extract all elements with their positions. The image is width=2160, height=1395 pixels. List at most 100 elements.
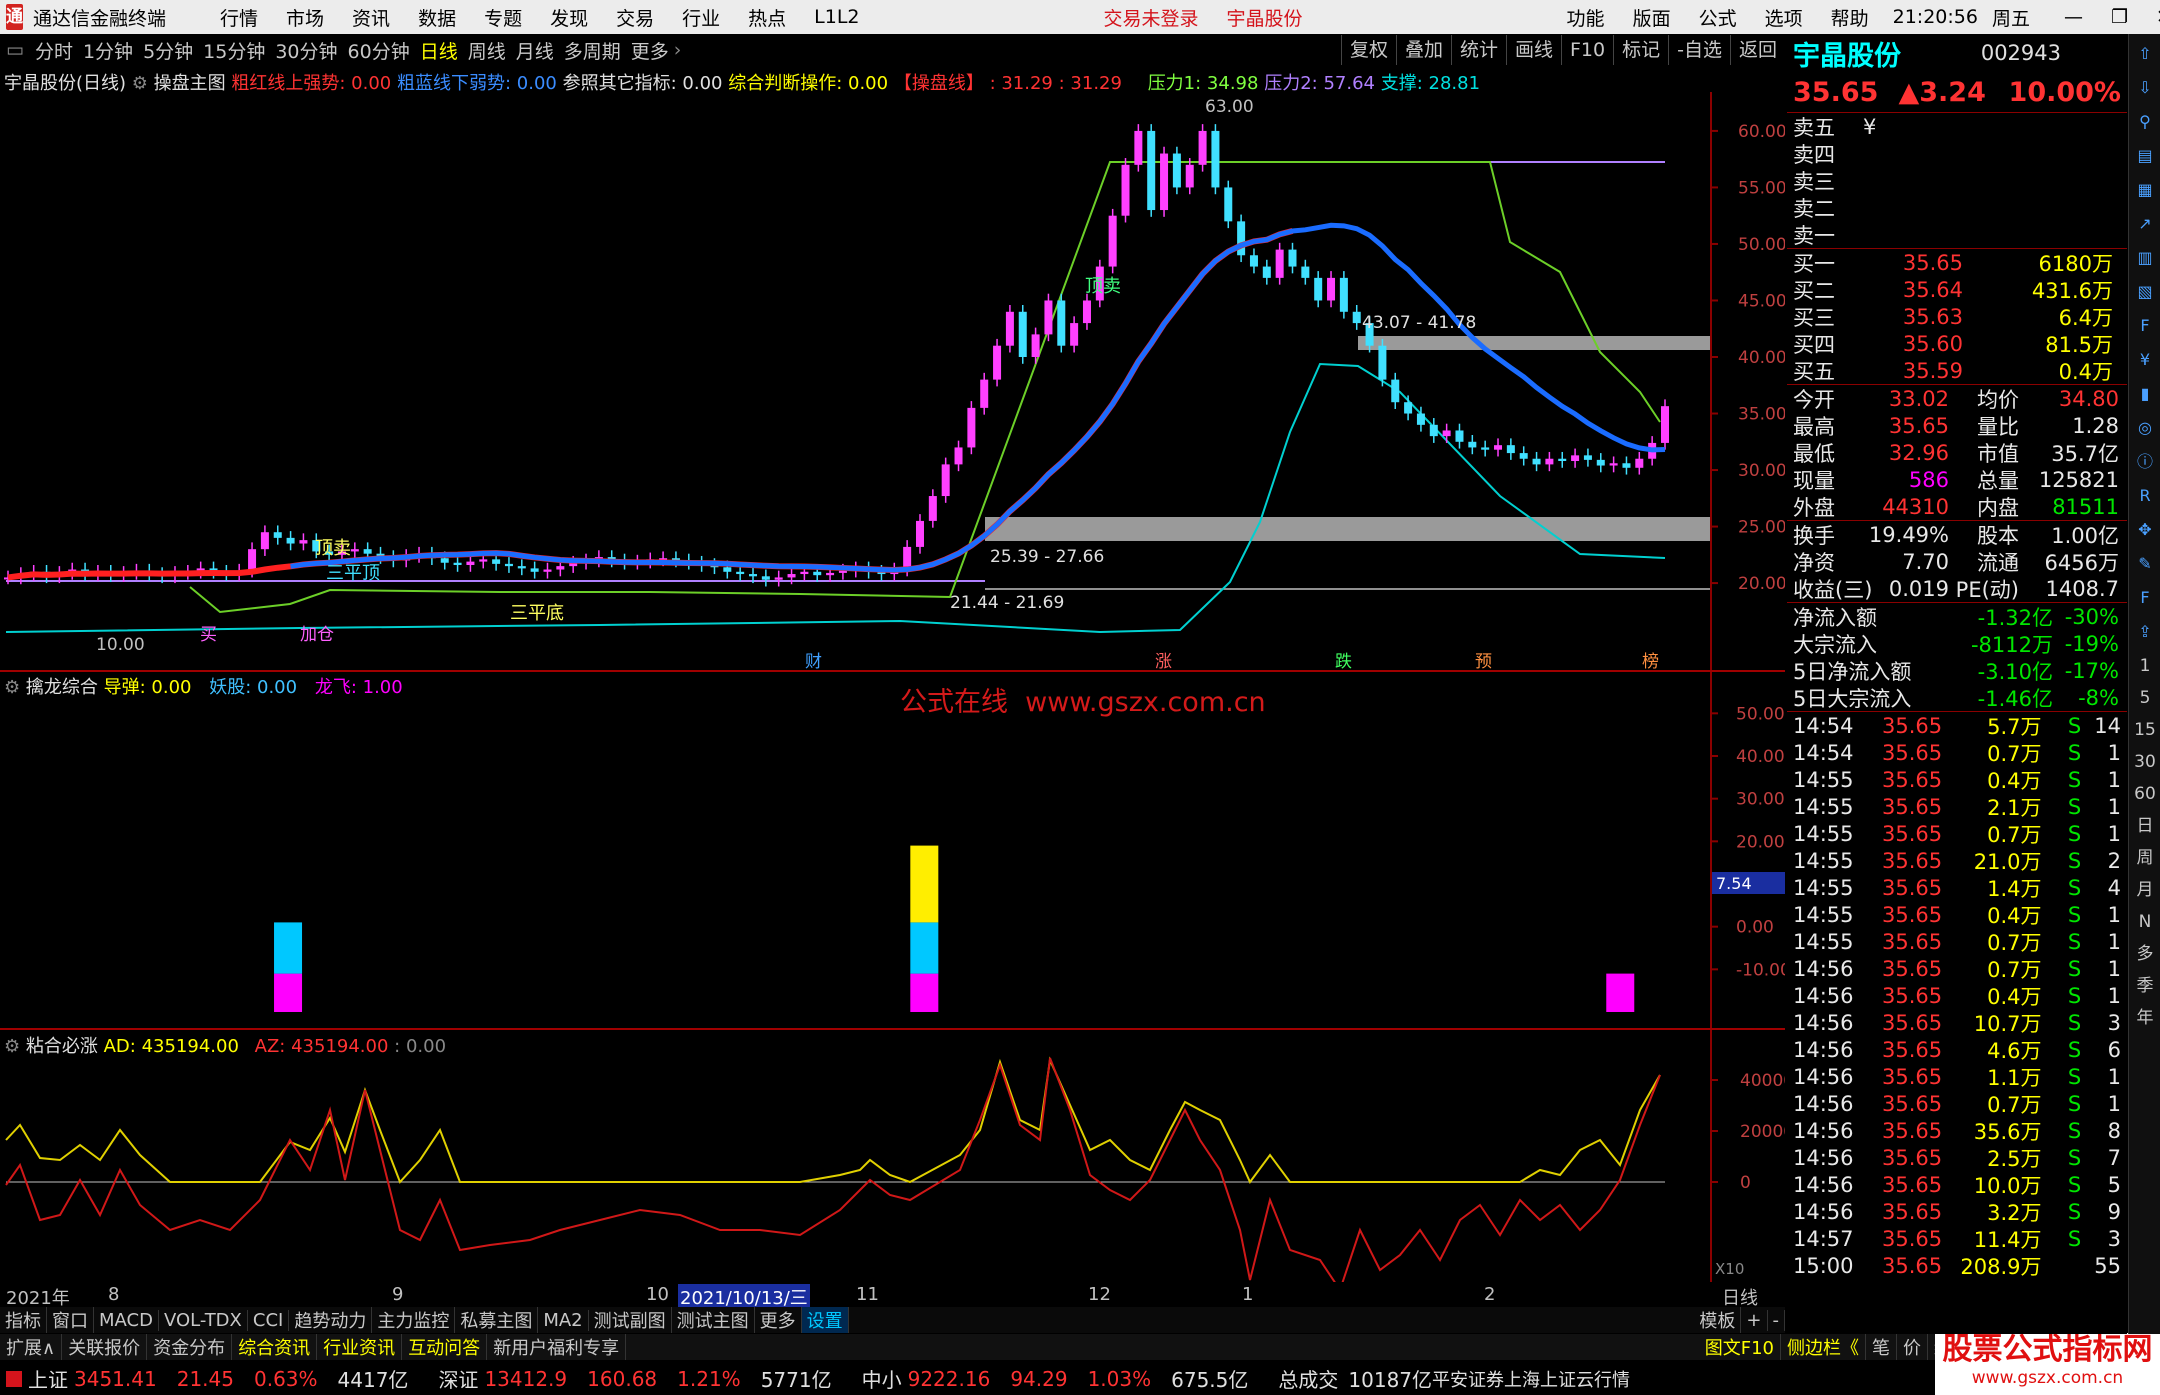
tool-draw[interactable]: 画线 [1505, 35, 1561, 65]
tab-trend[interactable]: 趋势动力 [289, 1307, 373, 1333]
menu-item-help[interactable]: 帮助 [1831, 4, 1869, 31]
trend-icon[interactable]: ↗ [2131, 210, 2159, 238]
circle-icon[interactable]: ◎ [2131, 414, 2159, 442]
sidebar-period-0[interactable]: 1 [2131, 652, 2159, 680]
period-15min[interactable]: 15分钟 [203, 37, 265, 64]
sidebar-toggle-icon[interactable]: ▭ [6, 39, 24, 61]
tab-private-main[interactable]: 私募主图 [455, 1307, 539, 1333]
tab-cci[interactable]: CCI [248, 1309, 290, 1331]
pen-icon[interactable]: ✎ [2131, 550, 2159, 578]
restore-icon[interactable]: ❐ [2111, 6, 2128, 28]
indicator-name[interactable]: 操盘主图 [154, 73, 226, 94]
period-60min[interactable]: 60分钟 [348, 37, 410, 64]
index-sh-name[interactable]: 上证 [28, 1364, 68, 1393]
menu-item-market[interactable]: 行情 [220, 4, 258, 31]
rsi-icon[interactable]: R [2131, 482, 2159, 510]
sidebar-period-3[interactable]: 30 [2131, 748, 2159, 776]
grid-icon[interactable]: ▧ [2131, 278, 2159, 306]
tab-main-monitor[interactable]: 主力监控 [372, 1307, 456, 1333]
tool-mark[interactable]: 标记 [1613, 35, 1668, 65]
sidebar-period-1[interactable]: 5 [2131, 684, 2159, 712]
settings-icon[interactable]: ⚙ [132, 73, 148, 94]
period-fenshi[interactable]: 分时 [35, 37, 73, 64]
ext-qa[interactable]: 互动问答 [402, 1334, 488, 1360]
tool-f10[interactable]: F10 [1561, 35, 1613, 65]
tab-window[interactable]: 窗口 [47, 1307, 94, 1333]
tool-stats[interactable]: 统计 [1450, 35, 1506, 65]
menu-item-discover[interactable]: 发现 [550, 4, 588, 31]
period-5min[interactable]: 5分钟 [143, 37, 193, 64]
close-icon[interactable]: ✕ [2156, 6, 2160, 28]
sidebar-period-2[interactable]: 15 [2131, 716, 2159, 744]
ext-sidebar[interactable]: 侧边栏《 [1781, 1334, 1866, 1360]
sidebar-period-11[interactable]: 年 [2131, 1004, 2159, 1032]
tool-overlay[interactable]: 叠加 [1395, 35, 1451, 65]
login-status[interactable]: 交易未登录 [1104, 4, 1199, 31]
sidebar-period-9[interactable]: 多 [2131, 940, 2159, 968]
ext-related-quote[interactable]: 关联报价 [62, 1334, 148, 1360]
tool-back[interactable]: 返回 [1729, 35, 1785, 65]
tab-template[interactable]: 模板 [1694, 1307, 1742, 1333]
tab-test-main[interactable]: 测试主图 [672, 1307, 755, 1333]
index-zx-name[interactable]: 中小 [862, 1364, 902, 1393]
period-more[interactable]: 更多 [631, 37, 669, 64]
menu-item-industry[interactable]: 行业 [682, 4, 720, 31]
ext-expand[interactable]: 扩展∧ [0, 1334, 63, 1360]
tab-macd[interactable]: MACD [94, 1309, 159, 1331]
move-icon[interactable]: ✥ [2131, 516, 2159, 544]
tab-indicator[interactable]: 指标 [0, 1307, 47, 1333]
sub2-chart[interactable]: 40000 20000 0 X10 [0, 1030, 1785, 1282]
menu-item-news[interactable]: 资讯 [352, 4, 390, 31]
ext-welfare[interactable]: 新用户福利专享 [487, 1334, 627, 1360]
share-icon[interactable]: ⇪ [2131, 618, 2159, 646]
ext-f10[interactable]: 图文F10 [1699, 1334, 1781, 1360]
tab-more[interactable]: 更多 [755, 1307, 802, 1333]
menu-item-exchange[interactable]: 市场 [286, 4, 324, 31]
book-icon[interactable]: ▥ [2131, 244, 2159, 272]
minimize-icon[interactable]: — [2064, 6, 2083, 28]
tab-test-sub[interactable]: 测试副图 [589, 1307, 672, 1333]
ext-news[interactable]: 综合资讯 [232, 1334, 318, 1360]
main-chart[interactable]: 60.00 55.00 50.00 45.00 40.00 35.00 30.00 25.00… [0, 92, 1785, 672]
sidebar-period-5[interactable]: 日 [2131, 812, 2159, 840]
chevron-right-icon[interactable]: › [674, 39, 682, 61]
menu-item-data[interactable]: 数据 [418, 4, 456, 31]
chart-icon[interactable]: ▤ [2131, 142, 2159, 170]
period-30min[interactable]: 30分钟 [275, 37, 337, 64]
menu-item-hot[interactable]: 热点 [748, 4, 786, 31]
search-icon[interactable]: ⚲ [2131, 108, 2159, 136]
tool-fuquan[interactable]: 复权 [1340, 35, 1396, 65]
tab-vol-tdx[interactable]: VOL-TDX [159, 1309, 248, 1331]
f10-icon[interactable]: F [2131, 312, 2159, 340]
menu-item-formula[interactable]: 公式 [1699, 4, 1737, 31]
ext-bi[interactable]: 笔 [1866, 1334, 1897, 1360]
index-sz-name[interactable]: 深证 [438, 1364, 478, 1393]
sidebar-period-4[interactable]: 60 [2131, 780, 2159, 808]
ext-industry-news[interactable]: 行业资讯 [317, 1334, 403, 1360]
zoom-in-button[interactable]: + [1741, 1309, 1768, 1331]
sidebar-period-6[interactable]: 周 [2131, 844, 2159, 872]
period-multi[interactable]: 多周期 [564, 37, 621, 64]
fs-icon[interactable]: F [2131, 584, 2159, 612]
sidebar-period-8[interactable]: N [2131, 908, 2159, 936]
period-daily[interactable]: 日线 [420, 37, 458, 64]
period-1min[interactable]: 1分钟 [83, 37, 133, 64]
menu-item-layout[interactable]: 版面 [1633, 4, 1671, 31]
menu-item-topic[interactable]: 专题 [484, 4, 522, 31]
period-monthly[interactable]: 月线 [516, 37, 554, 64]
money-icon[interactable]: ¥ [2131, 346, 2159, 374]
menu-item-function[interactable]: 功能 [1567, 4, 1605, 31]
sub1-chart[interactable]: 50.00 40.00 30.00 20.00 0.00 -10.00 7.54 [0, 672, 1785, 1028]
tab-ma2[interactable]: MA2 [538, 1309, 589, 1331]
down-arrow-icon[interactable]: ⇩ [2131, 74, 2159, 102]
sidebar-period-7[interactable]: 月 [2131, 876, 2159, 904]
menu-item-l1l2[interactable]: L1L2 [814, 6, 859, 28]
sidebar-period-10[interactable]: 季 [2131, 972, 2159, 1000]
up-arrow-icon[interactable]: ⇧ [2131, 40, 2159, 68]
ext-fund-dist[interactable]: 资金分布 [147, 1334, 233, 1360]
zoom-out-button[interactable]: - [1768, 1309, 1785, 1331]
tool-watchlist[interactable]: -自选 [1668, 35, 1730, 65]
list-icon[interactable]: ▦ [2131, 176, 2159, 204]
info-icon[interactable]: ⓘ [2131, 448, 2159, 476]
period-weekly[interactable]: 周线 [468, 37, 506, 64]
